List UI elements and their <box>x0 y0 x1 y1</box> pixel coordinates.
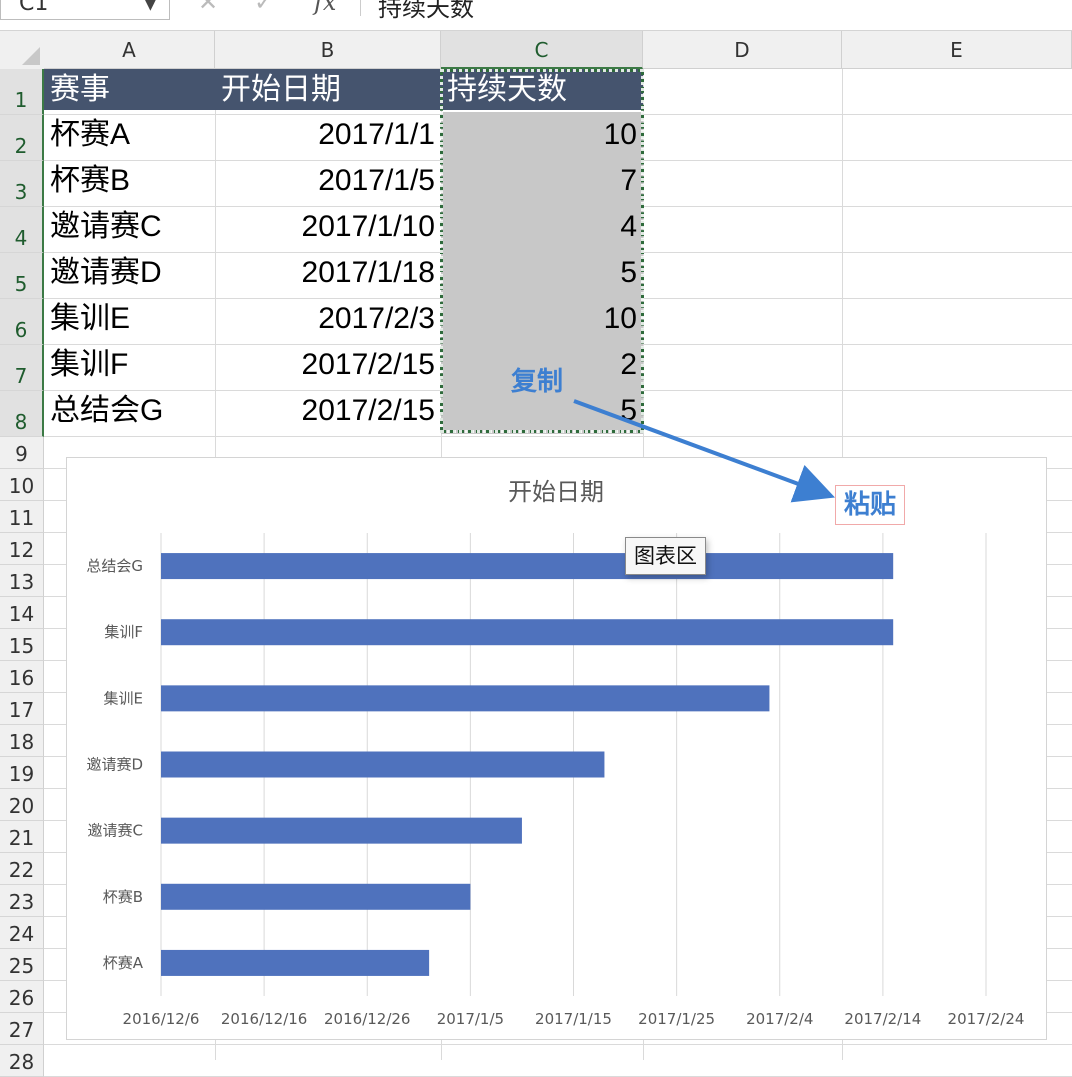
copy-annotation: 复制 <box>511 367 564 397</box>
chart-svg: 开始日期 2016/12/6 2016/12/16 2016/12/26 2017/1/… <box>86 478 1025 1028</box>
function-icon[interactable]: fx <box>314 0 336 16</box>
row-header[interactable]: 16 <box>0 661 44 693</box>
formula-input[interactable]: 持续天数 <box>378 0 474 23</box>
bar <box>161 619 894 646</box>
start-date-cell[interactable]: 2017/2/15 <box>215 342 441 388</box>
column-header-d[interactable]: D <box>643 31 842 69</box>
start-date-cell[interactable]: 2017/1/18 <box>215 250 441 296</box>
row-header[interactable]: 28 <box>0 1045 44 1077</box>
x-tick-label: 2017/1/15 <box>535 1010 612 1028</box>
row-header[interactable]: 15 <box>0 629 44 661</box>
bar <box>161 949 430 976</box>
duration-cell[interactable]: 5 <box>441 250 643 296</box>
row-header[interactable]: 19 <box>0 757 44 789</box>
row-header[interactable]: 3 <box>0 161 44 207</box>
header-cell-duration[interactable]: 持续天数 <box>441 69 643 110</box>
x-tick-label: 2017/2/14 <box>844 1010 921 1028</box>
duration-cell[interactable]: 4 <box>441 204 643 250</box>
row-header[interactable]: 25 <box>0 949 44 981</box>
category-label: 邀请赛C <box>88 822 143 840</box>
column-header-e[interactable]: E <box>842 31 1072 69</box>
start-date-cell[interactable]: 2017/2/15 <box>215 388 441 434</box>
bar <box>161 685 770 712</box>
row-header[interactable]: 7 <box>0 345 44 391</box>
bar <box>161 883 471 910</box>
chart-area-tooltip: 图表区 <box>625 537 706 575</box>
gantt-chart-area[interactable]: 开始日期 2016/12/6 2016/12/16 2016/12/26 2017/1/… <box>66 457 1047 1040</box>
x-tick-label: 2017/2/24 <box>948 1010 1025 1028</box>
event-cell[interactable]: 邀请赛C <box>44 204 215 250</box>
row-header[interactable]: 14 <box>0 597 44 629</box>
formula-bar: C1 ▼ ✕ ✓ fx 持续天数 <box>0 0 1072 31</box>
chart-title: 开始日期 <box>508 478 604 506</box>
bar <box>161 817 522 844</box>
paste-annotation: 粘贴 <box>835 485 906 525</box>
row-header[interactable]: 8 <box>0 391 44 437</box>
bar <box>161 751 605 778</box>
row-header[interactable]: 5 <box>0 253 44 299</box>
duration-cell[interactable]: 10 <box>441 112 643 158</box>
row-header[interactable]: 11 <box>0 501 44 533</box>
row-header[interactable]: 6 <box>0 299 44 345</box>
row-header[interactable]: 24 <box>0 917 44 949</box>
row-header[interactable]: 10 <box>0 469 44 501</box>
event-cell[interactable]: 集训E <box>44 296 215 342</box>
x-tick-label: 2016/12/26 <box>324 1010 410 1028</box>
row-header[interactable]: 18 <box>0 725 44 757</box>
start-date-cell[interactable]: 2017/1/10 <box>215 204 441 250</box>
start-date-cell[interactable]: 2017/1/5 <box>215 158 441 204</box>
chevron-down-icon[interactable]: ▼ <box>145 0 156 13</box>
category-label: 集训F <box>104 623 143 641</box>
event-cell[interactable]: 集训F <box>44 342 215 388</box>
grid-line <box>44 436 1072 437</box>
cancel-icon[interactable]: ✕ <box>198 0 218 16</box>
row-header[interactable]: 12 <box>0 533 44 565</box>
category-label: 杯赛A <box>103 954 144 972</box>
start-date-cell[interactable]: 2017/2/3 <box>215 296 441 342</box>
start-date-cell[interactable]: 2017/1/1 <box>215 112 441 158</box>
duration-cell[interactable]: 10 <box>441 296 643 342</box>
x-tick-label: 2017/1/5 <box>437 1010 504 1028</box>
row-header[interactable]: 13 <box>0 565 44 597</box>
category-label: 总结会G <box>86 557 143 575</box>
formula-divider <box>360 0 361 16</box>
bar <box>161 553 894 580</box>
header-cell-event[interactable]: 赛事 <box>44 69 215 110</box>
grid-line <box>44 1044 1072 1045</box>
duration-cell[interactable]: 7 <box>441 158 643 204</box>
row-header[interactable]: 22 <box>0 853 44 885</box>
row-header[interactable]: 2 <box>0 115 44 161</box>
row-header[interactable]: 23 <box>0 885 44 917</box>
row-header[interactable]: 27 <box>0 1013 44 1045</box>
category-label: 集训E <box>104 689 143 707</box>
row-header[interactable]: 1 <box>0 69 44 115</box>
x-tick-label: 2016/12/6 <box>123 1010 200 1028</box>
x-tick-label: 2017/2/4 <box>746 1010 813 1028</box>
header-cell-start-date[interactable]: 开始日期 <box>215 69 441 110</box>
column-header-a[interactable]: A <box>44 31 215 69</box>
row-header[interactable]: 9 <box>0 437 44 469</box>
column-header-b[interactable]: B <box>215 31 441 69</box>
event-cell[interactable]: 杯赛A <box>44 112 215 158</box>
category-label: 杯赛B <box>103 888 143 906</box>
row-header[interactable]: 20 <box>0 789 44 821</box>
name-box[interactable]: C1 ▼ <box>0 0 170 20</box>
event-cell[interactable]: 邀请赛D <box>44 250 215 296</box>
event-cell[interactable]: 杯赛B <box>44 158 215 204</box>
event-cell[interactable]: 总结会G <box>44 388 215 434</box>
row-header[interactable]: 17 <box>0 693 44 725</box>
row-header[interactable]: 21 <box>0 821 44 853</box>
column-header-c[interactable]: C <box>441 31 643 69</box>
row-header[interactable]: 4 <box>0 207 44 253</box>
x-tick-label: 2016/12/16 <box>221 1010 307 1028</box>
name-box-value: C1 <box>19 0 49 16</box>
category-label: 邀请赛D <box>86 756 143 774</box>
select-all-corner[interactable] <box>0 31 45 70</box>
enter-icon[interactable]: ✓ <box>254 0 274 16</box>
x-tick-label: 2017/1/25 <box>638 1010 715 1028</box>
row-header[interactable]: 26 <box>0 981 44 1013</box>
